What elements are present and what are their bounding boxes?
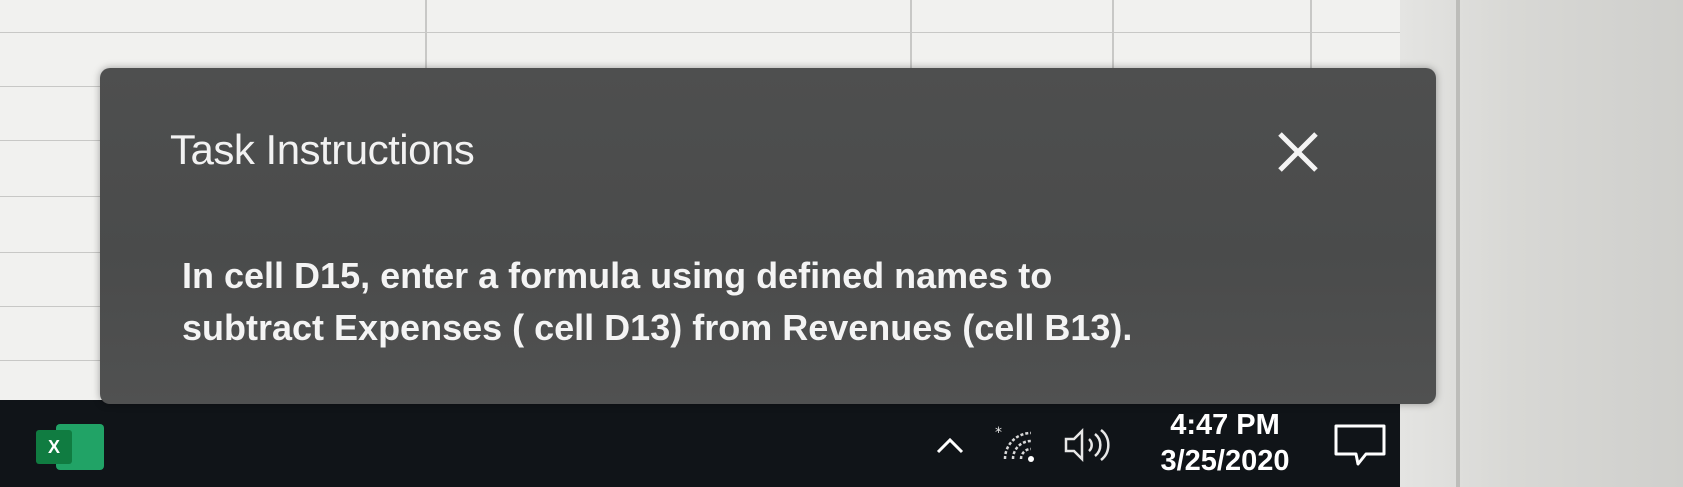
excel-icon[interactable]: X	[36, 424, 104, 470]
svg-text:*: *	[995, 425, 1002, 441]
dialog-instructions: In cell D15, enter a formula using defin…	[182, 250, 1382, 354]
clock-date: 3/25/2020	[1160, 445, 1290, 477]
notification-svg	[1334, 424, 1386, 466]
instruction-line-2: subtract Expenses ( cell D13) from Reven…	[182, 307, 1133, 348]
system-clock[interactable]: 4:47 PM 3/25/2020	[1140, 408, 1310, 482]
chevron-up-svg	[936, 437, 964, 454]
excel-icon-letter: X	[36, 430, 72, 464]
chevron-up-icon[interactable]	[930, 430, 970, 460]
monitor-bezel	[1400, 0, 1683, 487]
monitor-bezel-edge	[1456, 0, 1460, 487]
wifi-svg: *	[995, 425, 1034, 462]
instruction-line-1: In cell D15, enter a formula using defin…	[182, 255, 1053, 296]
taskbar: X * 4:47 PM 3/25/2020	[0, 400, 1400, 487]
wifi-icon[interactable]: *	[995, 425, 1039, 465]
dialog-title: Task Instructions	[170, 126, 475, 173]
volume-svg	[1064, 427, 1110, 463]
clock-time: 4:47 PM	[1170, 409, 1280, 441]
close-button[interactable]	[1266, 120, 1330, 184]
volume-icon[interactable]	[1060, 425, 1116, 465]
notification-icon[interactable]	[1332, 422, 1388, 468]
close-icon	[1278, 132, 1318, 172]
screen: X * 4:47 PM 3/25/2020 Task Instructions …	[0, 0, 1683, 487]
task-instructions-dialog: Task Instructions In cell D15, enter a f…	[100, 68, 1436, 404]
